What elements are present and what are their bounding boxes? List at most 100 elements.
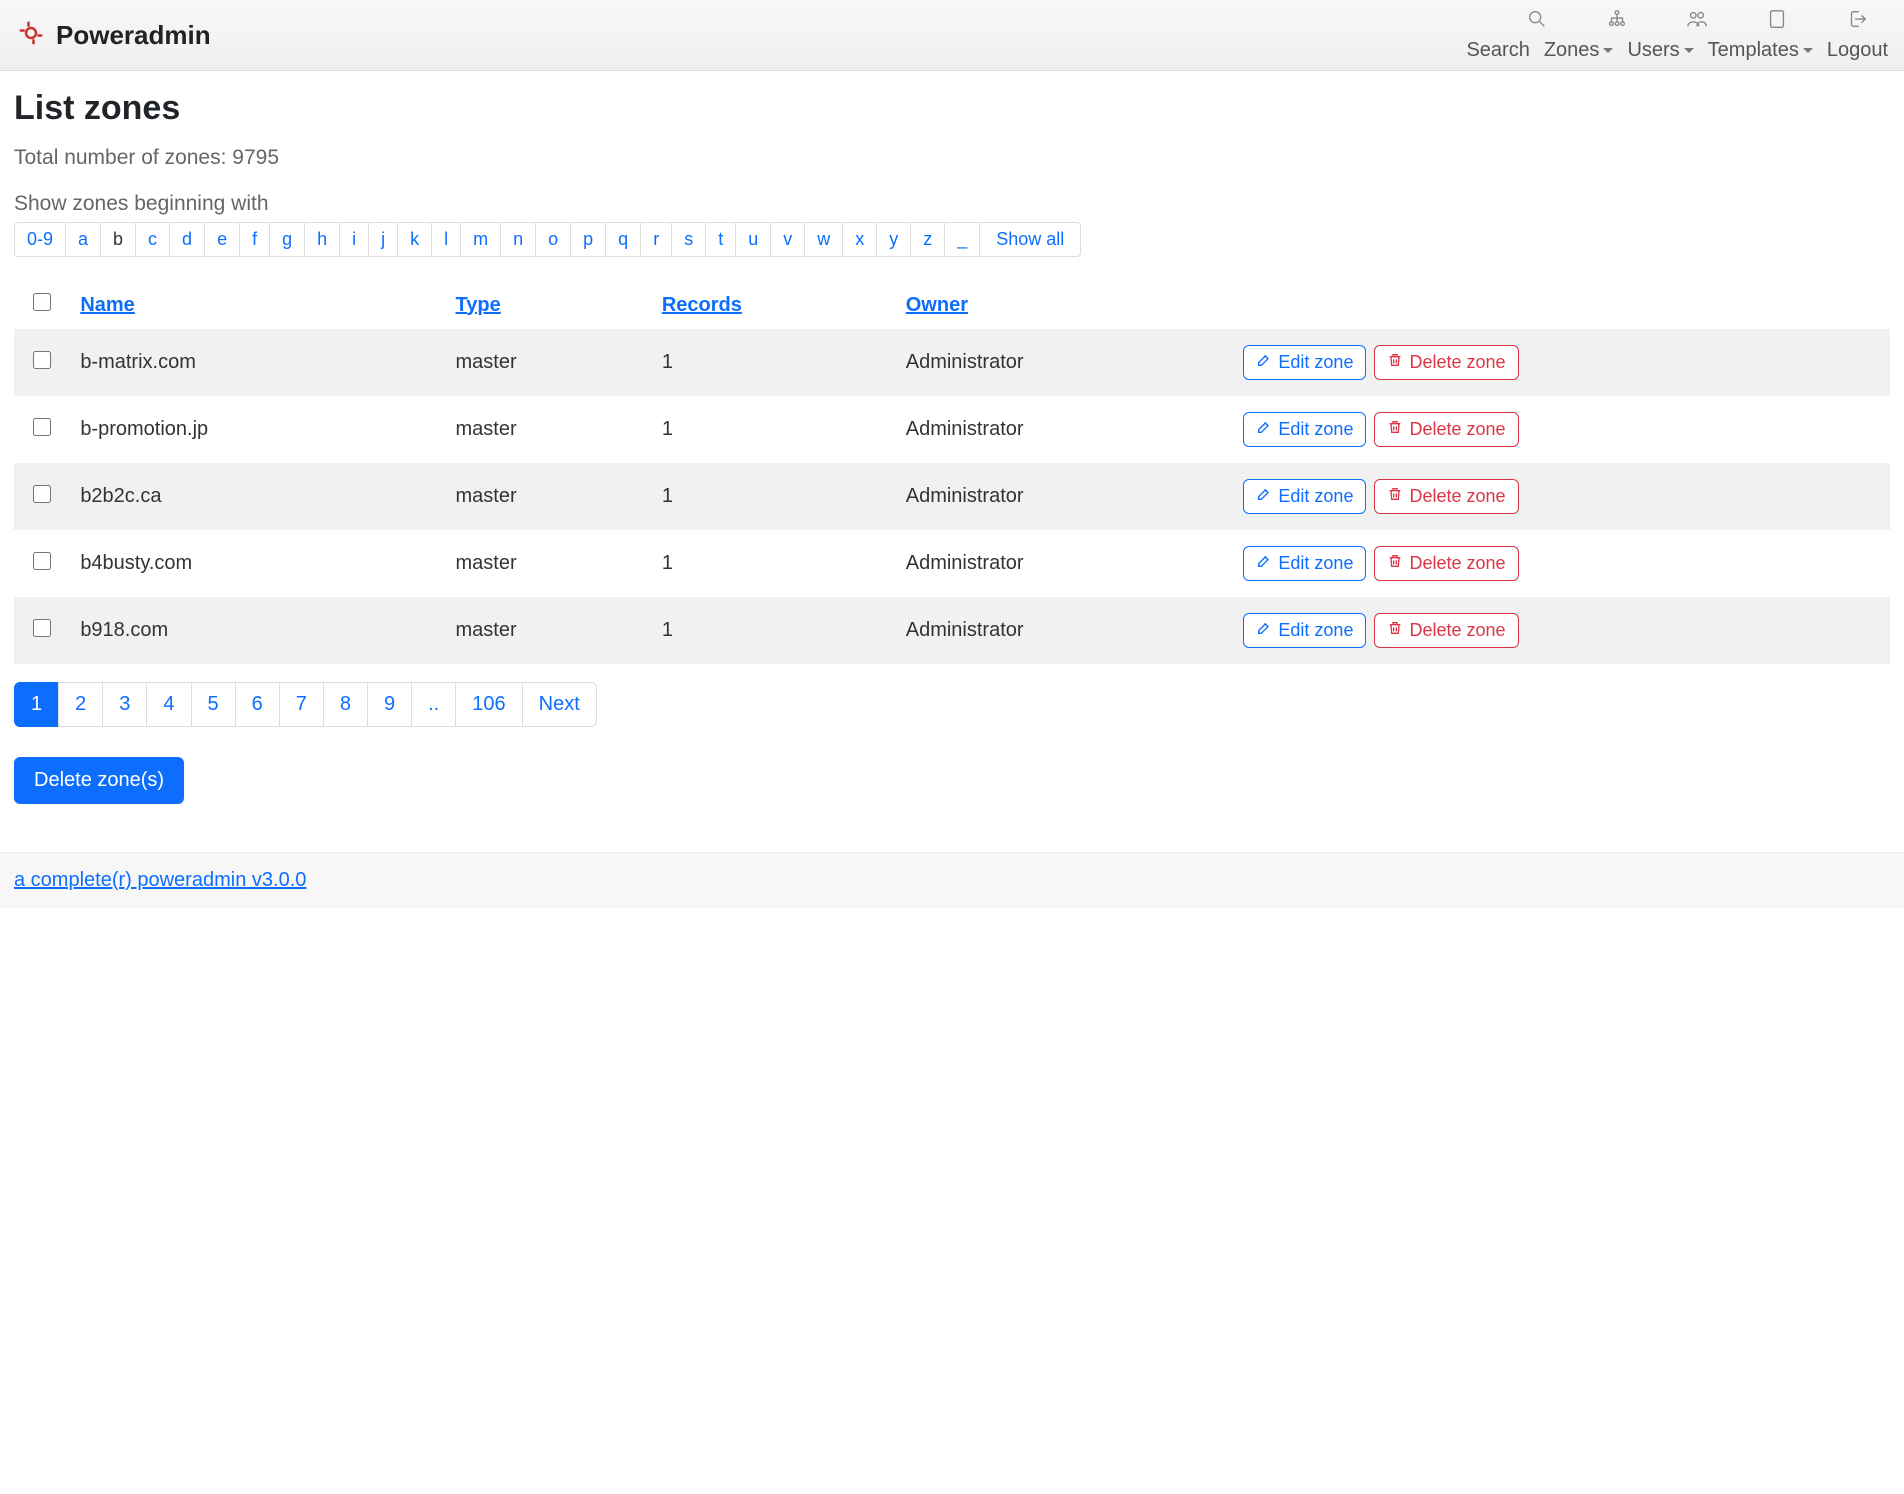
letter-a[interactable]: a: [65, 222, 101, 257]
letter-c[interactable]: c: [135, 222, 170, 257]
page-1[interactable]: 1: [14, 682, 59, 727]
nav-links: Search Zones Users Templates Logout: [1466, 39, 1888, 62]
nav-zones[interactable]: Zones: [1544, 39, 1614, 62]
letter-p[interactable]: p: [570, 222, 606, 257]
edit-zone-button[interactable]: Edit zone: [1243, 479, 1366, 514]
search-icon[interactable]: [1526, 8, 1548, 35]
zones-icon[interactable]: [1606, 8, 1628, 35]
cell-name: b4busty.com: [70, 530, 445, 597]
row-checkbox[interactable]: [33, 619, 51, 637]
cell-type: master: [446, 597, 652, 664]
letter-show-all[interactable]: Show all: [979, 222, 1081, 257]
page-2[interactable]: 2: [58, 682, 103, 727]
page-6[interactable]: 6: [235, 682, 280, 727]
letter-n[interactable]: n: [500, 222, 536, 257]
header-type[interactable]: Type: [456, 294, 501, 316]
letter-m[interactable]: m: [460, 222, 501, 257]
row-checkbox[interactable]: [33, 351, 51, 369]
letter-e[interactable]: e: [204, 222, 240, 257]
letter-x[interactable]: x: [842, 222, 877, 257]
page-8[interactable]: 8: [323, 682, 368, 727]
cell-name: b2b2c.ca: [70, 463, 445, 530]
brand[interactable]: Poweradmin: [16, 18, 211, 53]
header-records[interactable]: Records: [662, 294, 742, 316]
cell-records: 1: [652, 530, 896, 597]
delete-zone-button[interactable]: Delete zone: [1374, 479, 1518, 514]
letter-w[interactable]: w: [804, 222, 843, 257]
table-row: b918.commaster1AdministratorEdit zoneDel…: [14, 597, 1890, 664]
nav-templates[interactable]: Templates: [1708, 39, 1813, 62]
page-..[interactable]: ..: [411, 682, 456, 727]
cell-owner: Administrator: [896, 329, 1234, 396]
header-owner[interactable]: Owner: [906, 294, 968, 316]
letter-b[interactable]: b: [100, 222, 136, 257]
edit-label: Edit zone: [1278, 553, 1353, 574]
users-icon[interactable]: [1686, 8, 1708, 35]
letter-s[interactable]: s: [671, 222, 706, 257]
letter-_[interactable]: _: [944, 222, 980, 257]
delete-zones-button[interactable]: Delete zone(s): [14, 757, 184, 804]
edit-zone-button[interactable]: Edit zone: [1243, 345, 1366, 380]
logout-icon[interactable]: [1846, 8, 1868, 35]
letter-u[interactable]: u: [735, 222, 771, 257]
letter-j[interactable]: j: [368, 222, 398, 257]
edit-label: Edit zone: [1278, 352, 1353, 373]
page-5[interactable]: 5: [191, 682, 236, 727]
pagination: 123456789..106Next: [14, 682, 1890, 727]
letter-k[interactable]: k: [397, 222, 432, 257]
page-4[interactable]: 4: [146, 682, 191, 727]
letter-v[interactable]: v: [770, 222, 805, 257]
chevron-down-icon: [1603, 48, 1613, 53]
letter-h[interactable]: h: [304, 222, 340, 257]
letter-l[interactable]: l: [431, 222, 461, 257]
letter-i[interactable]: i: [339, 222, 369, 257]
letter-o[interactable]: o: [535, 222, 571, 257]
letter-0-9[interactable]: 0-9: [14, 222, 66, 257]
cell-name: b-matrix.com: [70, 329, 445, 396]
delete-zone-button[interactable]: Delete zone: [1374, 613, 1518, 648]
footer-link-text: a complete(r) poweradmin: [14, 869, 246, 891]
edit-zone-button[interactable]: Edit zone: [1243, 546, 1366, 581]
footer-link[interactable]: a complete(r) poweradmin v3.0.0: [14, 869, 306, 891]
page-106[interactable]: 106: [455, 682, 522, 727]
header-name[interactable]: Name: [80, 294, 134, 316]
row-checkbox[interactable]: [33, 485, 51, 503]
page-Next[interactable]: Next: [522, 682, 597, 727]
delete-label: Delete zone: [1409, 419, 1505, 440]
letter-filter: 0-9abcdefghijklmnopqrstuvwxyz_Show all: [14, 222, 1890, 257]
letter-f[interactable]: f: [239, 222, 270, 257]
nav-search[interactable]: Search: [1466, 39, 1529, 62]
row-checkbox[interactable]: [33, 418, 51, 436]
edit-icon: [1256, 486, 1272, 507]
cell-records: 1: [652, 396, 896, 463]
cell-type: master: [446, 463, 652, 530]
letter-d[interactable]: d: [169, 222, 205, 257]
letter-g[interactable]: g: [269, 222, 305, 257]
cell-type: master: [446, 396, 652, 463]
edit-icon: [1256, 553, 1272, 574]
select-all-checkbox[interactable]: [33, 293, 51, 311]
delete-zone-button[interactable]: Delete zone: [1374, 546, 1518, 581]
nav-users[interactable]: Users: [1627, 39, 1693, 62]
cell-records: 1: [652, 597, 896, 664]
edit-icon: [1256, 620, 1272, 641]
filter-label: Show zones beginning with: [14, 192, 1890, 216]
delete-zone-button[interactable]: Delete zone: [1374, 345, 1518, 380]
letter-z[interactable]: z: [910, 222, 945, 257]
letter-q[interactable]: q: [605, 222, 641, 257]
edit-zone-button[interactable]: Edit zone: [1243, 412, 1366, 447]
page-3[interactable]: 3: [102, 682, 147, 727]
delete-zone-button[interactable]: Delete zone: [1374, 412, 1518, 447]
page-9[interactable]: 9: [367, 682, 412, 727]
nav-logout[interactable]: Logout: [1827, 39, 1888, 62]
cell-owner: Administrator: [896, 597, 1234, 664]
letter-r[interactable]: r: [640, 222, 672, 257]
letter-t[interactable]: t: [705, 222, 736, 257]
templates-icon[interactable]: [1766, 8, 1788, 35]
nav-zones-label: Zones: [1544, 39, 1600, 62]
page-title: List zones: [14, 89, 1890, 128]
page-7[interactable]: 7: [279, 682, 324, 727]
row-checkbox[interactable]: [33, 552, 51, 570]
edit-zone-button[interactable]: Edit zone: [1243, 613, 1366, 648]
letter-y[interactable]: y: [876, 222, 911, 257]
